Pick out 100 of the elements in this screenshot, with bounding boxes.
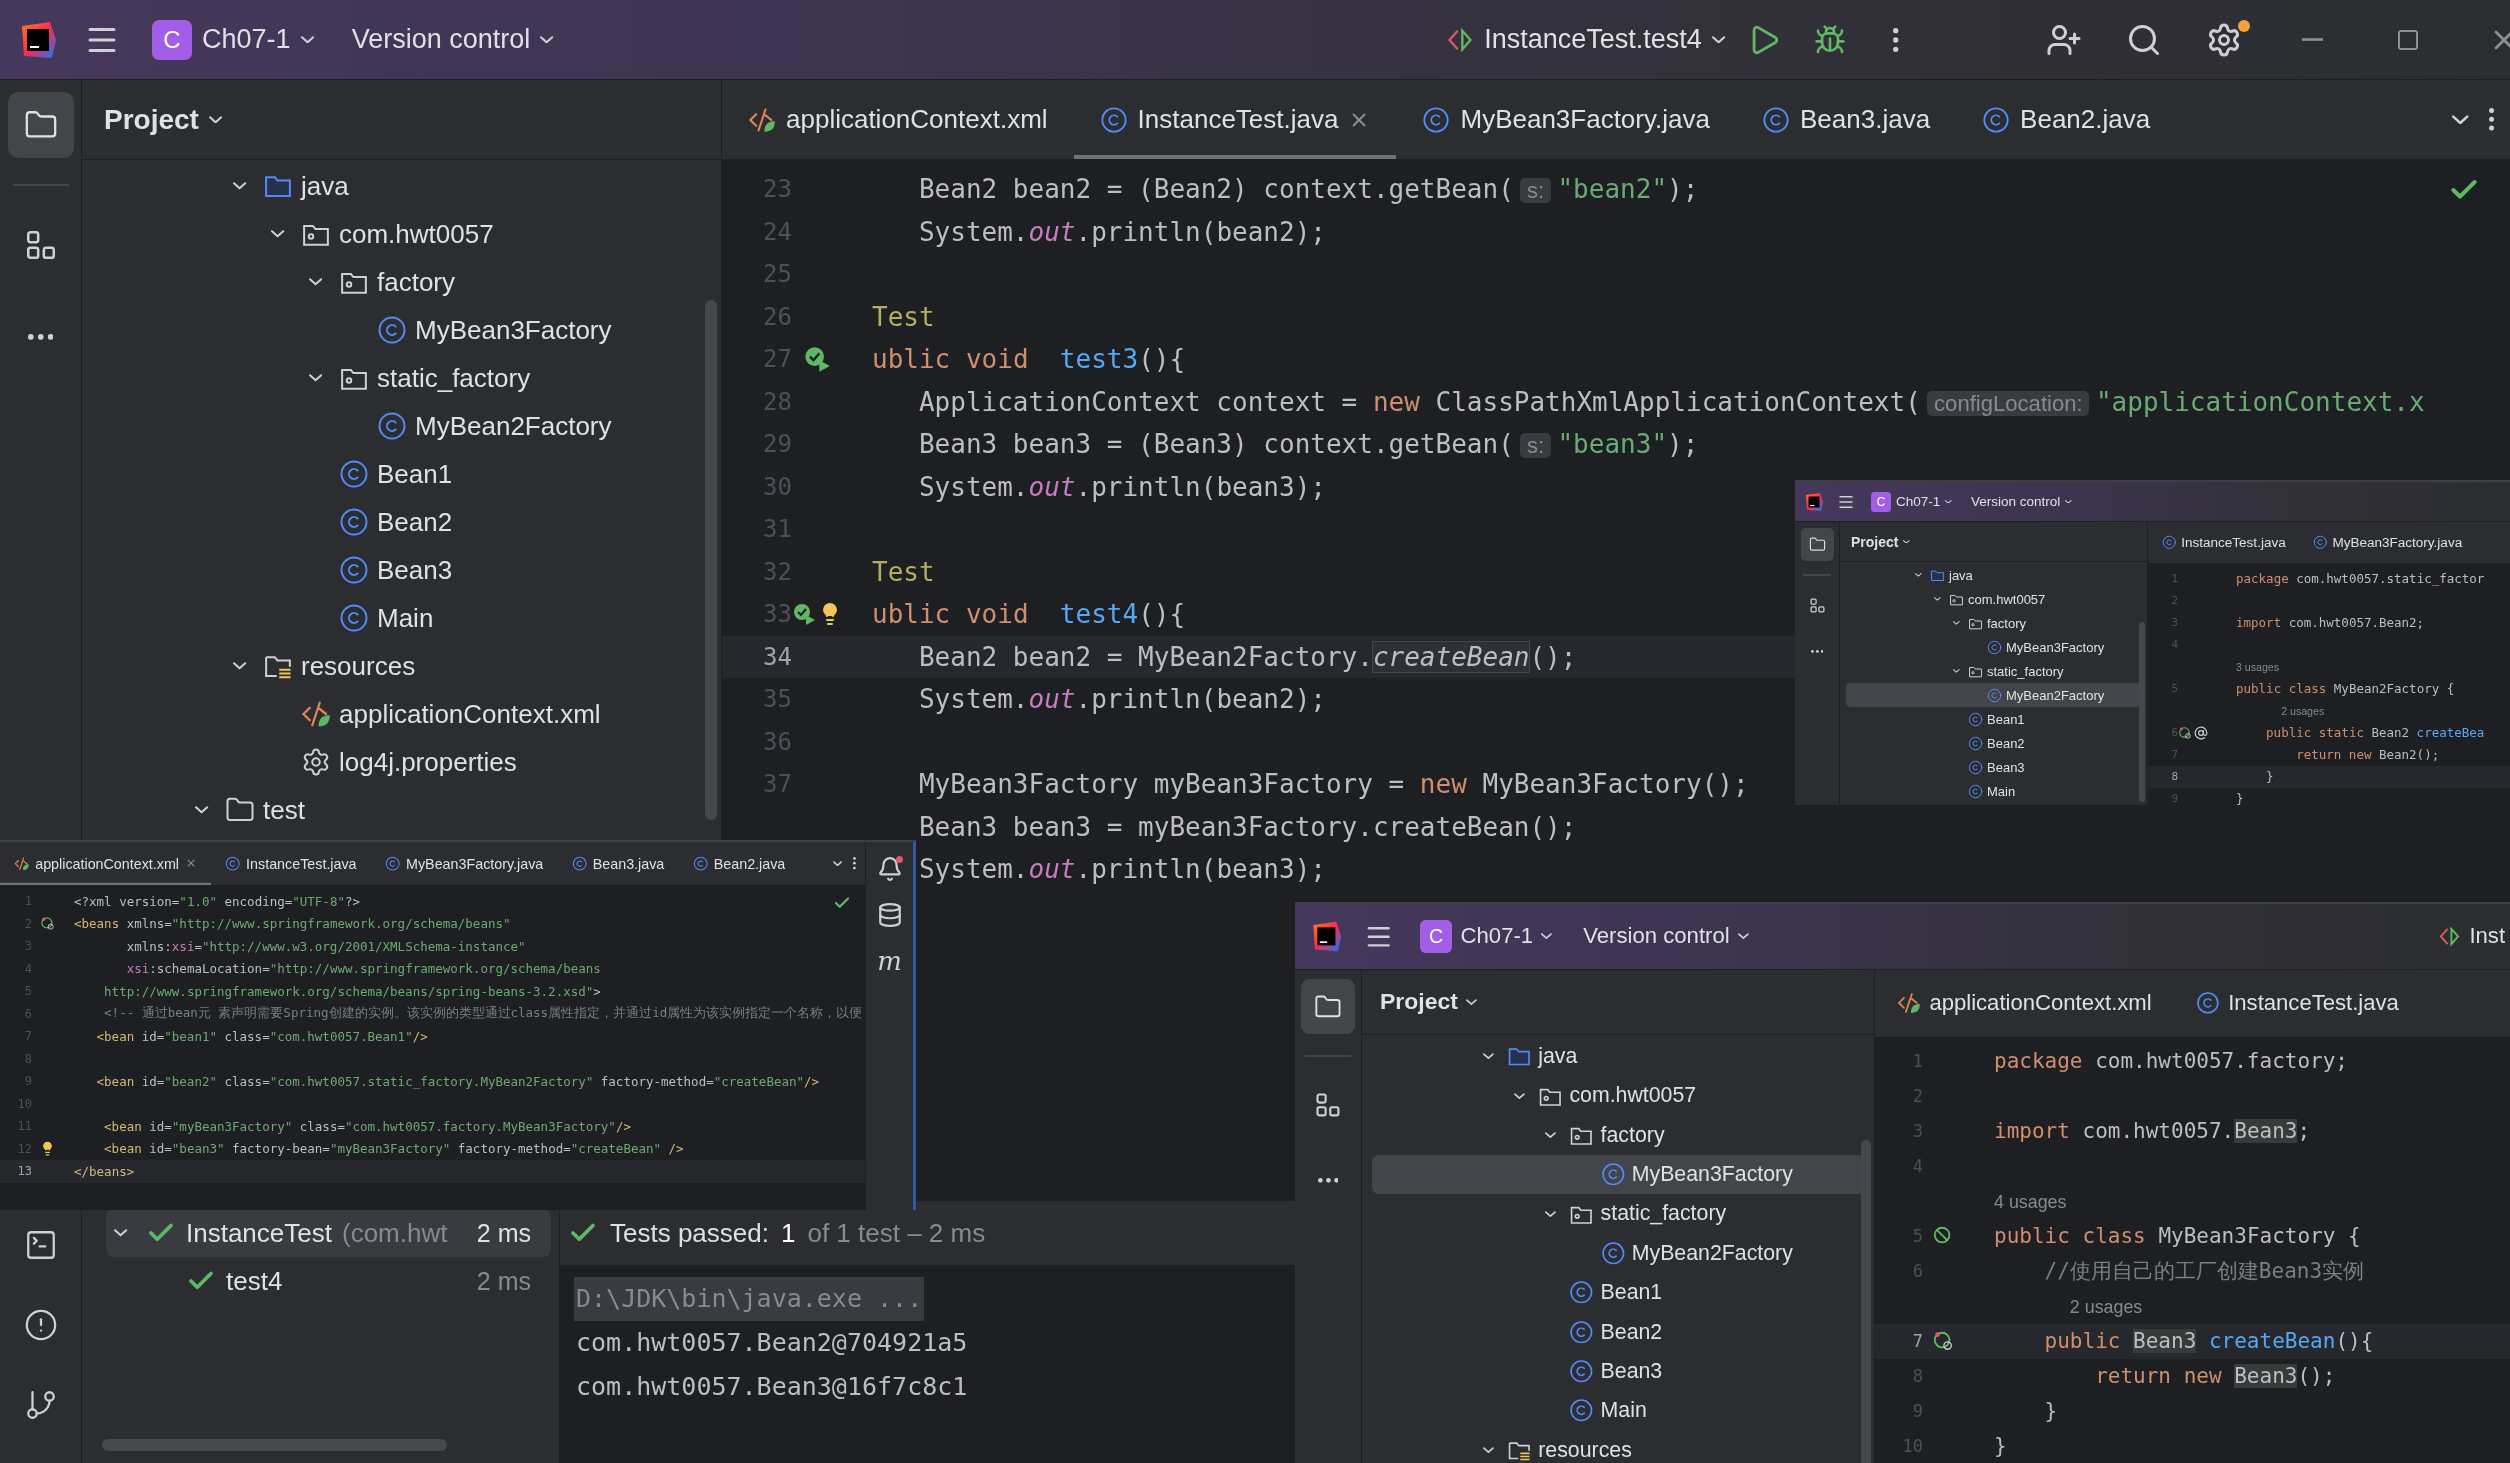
chevron-down-icon[interactable] bbox=[1545, 1210, 1556, 1218]
run-config-selector[interactable]: InstanceTest.test4 bbox=[1440, 20, 1731, 59]
maven-button[interactable]: m bbox=[877, 948, 902, 974]
folder-icon bbox=[1808, 536, 1826, 553]
project-tool-button[interactable] bbox=[1300, 979, 1356, 1034]
chevron-down-icon[interactable] bbox=[1934, 597, 1941, 601]
tree-item[interactable]: Bean3 bbox=[94, 546, 709, 594]
scrollbar[interactable] bbox=[2139, 622, 2145, 802]
editor-tab[interactable]: applicationContext.xml bbox=[1875, 969, 2174, 1037]
tree-item[interactable]: factory bbox=[1371, 1115, 1865, 1155]
editor-tab[interactable]: Bean2.java bbox=[678, 842, 800, 885]
tree-item[interactable]: java bbox=[1846, 563, 2141, 587]
chevron-down-icon[interactable] bbox=[309, 374, 323, 382]
tree-item[interactable]: static_factory bbox=[1371, 1194, 1865, 1234]
chevron-down-icon[interactable] bbox=[114, 1229, 128, 1237]
tree-item[interactable]: resources bbox=[94, 642, 709, 690]
view-title-dropdown[interactable]: Project bbox=[104, 103, 223, 136]
editor-tab[interactable]: MyBean3Factory.java bbox=[370, 842, 558, 885]
chevron-down-icon[interactable] bbox=[233, 182, 247, 190]
tree-item[interactable]: com.hwt0057 bbox=[1846, 587, 2141, 611]
editor-tab[interactable]: Bean3.java bbox=[557, 842, 679, 885]
editor-tab[interactable]: applicationContext.xml bbox=[722, 80, 1074, 159]
code-text: package com.hwt0057.static_factor bbox=[2236, 571, 2485, 587]
editor-tab[interactable]: InstanceTest.java bbox=[210, 842, 371, 885]
spring-bean-icon[interactable] bbox=[39, 916, 55, 932]
editor-tab[interactable]: InstanceTest.java bbox=[2148, 522, 2300, 563]
vcs-selector[interactable]: Version control bbox=[1578, 920, 1754, 953]
chevron-down-icon[interactable] bbox=[1915, 573, 1922, 577]
chevron-down-icon[interactable] bbox=[271, 230, 285, 238]
workspace-dropdown[interactable]: C Ch07-1 bbox=[1414, 916, 1558, 956]
view-title-dropdown[interactable]: Project bbox=[1851, 533, 1911, 550]
tree-item[interactable]: factory bbox=[1846, 611, 2141, 635]
chevron-down-icon[interactable] bbox=[1514, 1092, 1525, 1099]
view-title-dropdown[interactable]: Project bbox=[1380, 988, 1477, 1016]
tree-item[interactable]: test bbox=[94, 786, 709, 834]
tree-item[interactable]: static_factory bbox=[94, 354, 709, 402]
tree-item[interactable]: Bean2 bbox=[1371, 1312, 1865, 1352]
code-text: public class MyBean2Factory { bbox=[2236, 681, 2455, 697]
editor-tab[interactable]: MyBean3Factory.java bbox=[1396, 80, 1736, 159]
vcs-selector[interactable]: Version control bbox=[345, 20, 560, 59]
tree-item[interactable]: MyBean2Factory bbox=[1371, 1233, 1865, 1273]
run-test-icon[interactable] bbox=[803, 345, 831, 374]
chevron-down-icon[interactable] bbox=[309, 278, 323, 286]
more-icon[interactable] bbox=[2488, 108, 2494, 131]
spring-bean-icon[interactable] bbox=[1932, 1330, 1954, 1353]
test-tree-item[interactable]: test4 2 ms bbox=[106, 1257, 551, 1305]
tree-item[interactable]: factory bbox=[94, 258, 709, 306]
tree-item[interactable]: resources bbox=[1371, 1430, 1865, 1463]
vcs-selector[interactable]: Version control bbox=[1967, 492, 2075, 511]
notifications-button[interactable] bbox=[876, 856, 903, 882]
database-icon[interactable] bbox=[876, 902, 903, 928]
tree-item[interactable]: MyBean2Factory bbox=[94, 402, 709, 450]
tree-item[interactable]: Bean2 bbox=[1846, 731, 2141, 755]
tree-item[interactable]: Main bbox=[1846, 779, 2141, 803]
project-tool-button[interactable] bbox=[1800, 528, 1834, 561]
tree-item[interactable]: log4j.properties bbox=[94, 738, 709, 786]
project-tool-button[interactable] bbox=[7, 92, 74, 158]
tree-item[interactable]: MyBean3Factory bbox=[1846, 635, 2141, 659]
tree-item[interactable]: Main bbox=[1371, 1391, 1865, 1431]
editor-tab[interactable]: InstanceTest.java bbox=[2173, 969, 2421, 1037]
editor-tab[interactable]: MyBean3Factory.java bbox=[2299, 522, 2476, 563]
chevron-down-icon[interactable] bbox=[195, 806, 209, 814]
editor-tab[interactable]: Bean3.java bbox=[1736, 80, 1957, 159]
tree-item[interactable]: java bbox=[94, 162, 709, 210]
tree-item[interactable]: MyBean2Factory bbox=[1846, 683, 2141, 707]
chevron-down-icon[interactable] bbox=[1482, 1053, 1494, 1060]
workspace-dropdown[interactable]: C Ch07-1 bbox=[1868, 489, 1955, 514]
tree-item[interactable]: Bean1 bbox=[1846, 707, 2141, 731]
tree-item[interactable]: com.hwt0057 bbox=[94, 210, 709, 258]
scrollbar[interactable] bbox=[102, 1439, 447, 1451]
chevron-down-icon[interactable] bbox=[1953, 621, 1960, 625]
tree-item[interactable]: Bean3 bbox=[1371, 1351, 1865, 1392]
editor-tab[interactable]: Bean2.java bbox=[1956, 80, 2177, 159]
editor-tab[interactable]: applicationContext.xml bbox=[0, 842, 211, 885]
test-tree-item[interactable]: InstanceTest (com.hwt 2 ms bbox=[106, 1209, 551, 1257]
tree-item[interactable]: applicationContext.xml bbox=[94, 690, 709, 738]
tree-item[interactable]: Main bbox=[94, 594, 709, 642]
chevron-down-icon[interactable] bbox=[1482, 1446, 1494, 1454]
tree-item[interactable]: Bean3 bbox=[1846, 755, 2141, 779]
tree-item[interactable]: static_factory bbox=[1846, 659, 2141, 683]
spring-bean-icon[interactable] bbox=[2178, 725, 2192, 740]
scrollbar[interactable] bbox=[1860, 1139, 1871, 1463]
chevron-down-icon[interactable] bbox=[1953, 669, 1960, 673]
tree-item[interactable]: MyBean3Factory bbox=[94, 306, 709, 354]
tree-item[interactable]: Bean1 bbox=[1371, 1272, 1865, 1313]
tree-item[interactable]: com.hwt0057 bbox=[1371, 1076, 1865, 1116]
at-sign-icon[interactable] bbox=[2194, 725, 2208, 740]
editor-tab[interactable]: InstanceTest.java bbox=[1073, 80, 1397, 159]
tree-item[interactable]: Bean1 bbox=[94, 450, 709, 498]
more-icon[interactable] bbox=[853, 857, 857, 870]
scrollbar[interactable] bbox=[705, 300, 717, 820]
tree-item[interactable]: java bbox=[1371, 1036, 1865, 1077]
code-text: MyBean3Factory myBean3Factory = new MyBean3Factory(); bbox=[918, 769, 1749, 800]
chevron-down-icon[interactable] bbox=[233, 662, 247, 670]
tab-list-icon[interactable] bbox=[2452, 114, 2469, 125]
workspace-dropdown[interactable]: C Ch07-1 bbox=[146, 15, 320, 64]
run-config-selector[interactable]: Inst bbox=[2433, 920, 2510, 953]
chevron-down-icon[interactable] bbox=[1545, 1132, 1556, 1139]
tab-list-icon[interactable] bbox=[833, 860, 843, 867]
tree-item[interactable]: Bean2 bbox=[94, 498, 709, 546]
